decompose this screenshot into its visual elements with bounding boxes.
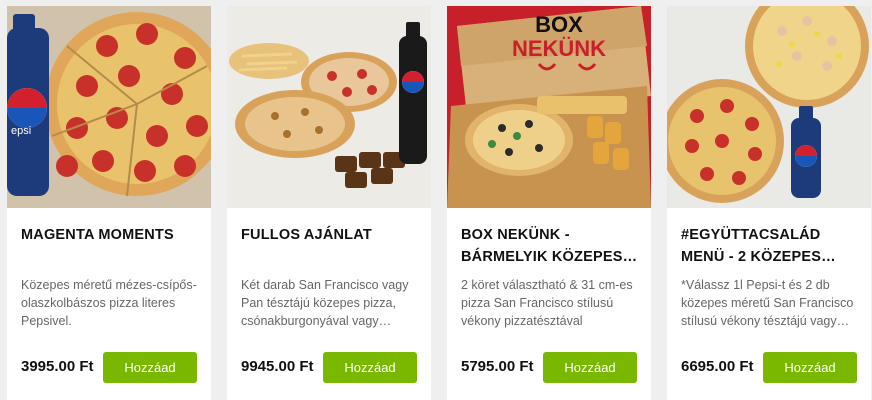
box-logo-text: BOX (535, 12, 583, 37)
box-logo-text: NEKÜNK (512, 36, 606, 61)
add-to-cart-button[interactable]: Hozzáad (543, 352, 637, 383)
product-description: 2 köret választható & 31 cm-es pizza San… (461, 278, 633, 328)
product-title[interactable]: MAGENTA MOMENTS (21, 224, 203, 246)
product-card[interactable]: FULLOS AJÁNLAT Két darab San Francisco v… (227, 6, 431, 400)
product-image[interactable]: epsi (7, 6, 211, 208)
product-image[interactable] (227, 6, 431, 208)
product-image[interactable]: BOX NEKÜNK (447, 6, 651, 208)
product-title[interactable]: #EGYÜTTACSALÁD MENÜ - 2 KÖZEPES PIZZA - … (681, 224, 863, 268)
product-price: 5795.00 Ft (461, 358, 534, 375)
product-card[interactable]: #EGYÜTTACSALÁD MENÜ - 2 KÖZEPES PIZZA - … (667, 6, 871, 400)
add-to-cart-button[interactable]: Hozzáad (323, 352, 417, 383)
product-title[interactable]: FULLOS AJÁNLAT (241, 224, 423, 246)
product-image[interactable] (667, 6, 871, 208)
product-title[interactable]: BOX NEKÜNK - BÁRMELYIK KÖZEPES… (461, 224, 643, 268)
product-price: 3995.00 Ft (21, 358, 94, 375)
add-to-cart-button[interactable]: Hozzáad (103, 352, 197, 383)
svg-text:epsi: epsi (11, 125, 31, 137)
product-price: 9945.00 Ft (241, 358, 314, 375)
product-card[interactable]: BOX NEKÜNK BOX NEKÜNK - BÁRMELYIK KÖZEPE… (447, 6, 651, 400)
product-description: *Válassz 1l Pepsi-t és 2 db közepes mére… (681, 278, 854, 328)
product-card[interactable]: epsi MAGENTA MOMENTS Közepes méretű méze… (7, 6, 211, 400)
product-price: 6695.00 Ft (681, 358, 754, 375)
product-description: Két darab San Francisco vagy Pan tésztáj… (241, 278, 409, 328)
add-to-cart-button[interactable]: Hozzáad (763, 352, 857, 383)
product-description: Közepes méretű mézes-csípős-olaszkolbász… (21, 278, 197, 328)
